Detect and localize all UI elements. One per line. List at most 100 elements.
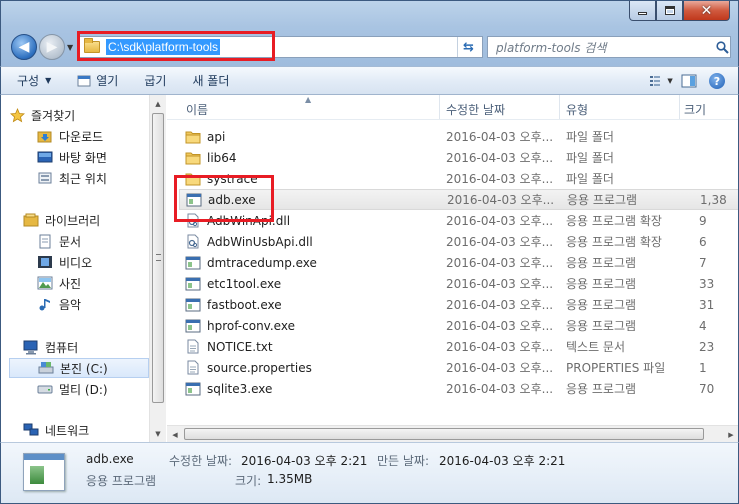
change-view-button[interactable]: ▼: [650, 71, 673, 91]
file-row[interactable]: dmtracedump.exe 2016-04-03 오후... 응용 프로그램 7: [179, 252, 738, 273]
documents-icon: [37, 233, 53, 249]
text-file-icon: [185, 339, 201, 355]
file-name-cell: lib64: [185, 150, 237, 166]
window-frame: ✕ ◀ ▶ ▼ C:\sdk\platform-tools ⇆ platform…: [0, 0, 739, 66]
horizontal-scroll-thumb[interactable]: [184, 428, 704, 440]
file-row[interactable]: source.properties 2016-04-03 오후... PROPERT…: [179, 357, 738, 378]
open-icon: [77, 74, 91, 88]
file-name: AdbWinUsbApi.dll: [207, 234, 313, 249]
preview-pane-icon: [681, 74, 697, 88]
application-thumbnail-icon: [23, 453, 65, 491]
file-name-cell: systrace: [185, 171, 258, 187]
scroll-down-icon[interactable]: ▼: [150, 425, 166, 442]
minimize-button[interactable]: [629, 1, 656, 21]
maximize-button[interactable]: [656, 1, 683, 21]
dll-icon: [185, 213, 201, 229]
file-row[interactable]: NOTICE.txt 2016-04-03 오후... 텍스트 문서 23: [179, 336, 738, 357]
file-name-cell: hprof-conv.exe: [185, 318, 295, 334]
file-type: 파일 폴더: [566, 172, 614, 186]
file-date: 2016-04-03 오후...: [446, 256, 554, 270]
details-modified-label: 수정한 날짜:: [169, 454, 233, 468]
file-type: 파일 폴더: [566, 130, 614, 144]
file-name: systrace: [207, 171, 258, 186]
file-row[interactable]: systrace 2016-04-03 오후... 파일 폴더: [179, 168, 738, 189]
file-row[interactable]: sqlite3.exe 2016-04-03 오후... 응용 프로그램 70: [179, 378, 738, 399]
exe-icon: [185, 297, 201, 313]
organize-button[interactable]: 구성 ▼: [17, 72, 51, 89]
file-type: 응용 프로그램: [567, 193, 638, 207]
computer-icon: [23, 339, 39, 355]
file-row[interactable]: AdbWinUsbApi.dll 2016-04-03 오후... 응용 프로그램 …: [179, 231, 738, 252]
address-bar[interactable]: C:\sdk\platform-tools: [78, 36, 483, 58]
system-drive-icon: [38, 360, 54, 376]
exe-icon: [185, 318, 201, 334]
recent-pages-dropdown[interactable]: ▼: [67, 43, 73, 52]
nav-item-drive-c[interactable]: 본진 (C:): [9, 358, 149, 378]
command-bar: 구성 ▼ 열기 굽기 새 폴더 ▼ ?: [0, 66, 739, 95]
column-type[interactable]: 유형: [566, 101, 588, 118]
details-size-value: 1.35MB: [267, 472, 313, 486]
nav-item-label: 다운로드: [59, 129, 104, 144]
open-label: 열기: [96, 74, 119, 88]
open-button[interactable]: 열기: [77, 72, 118, 89]
close-button[interactable]: ✕: [683, 1, 730, 21]
maximize-icon: [664, 6, 675, 15]
search-input[interactable]: platform-tools 검색: [496, 39, 714, 56]
file-name-cell: dmtracedump.exe: [185, 255, 317, 271]
file-row[interactable]: AdbWinApi.dll 2016-04-03 오후... 응용 프로그램 확장 9: [179, 210, 738, 231]
file-name: AdbWinApi.dll: [207, 213, 291, 228]
scroll-left-icon[interactable]: ◀: [167, 426, 183, 442]
file-size: 1: [699, 360, 707, 375]
file-row[interactable]: adb.exe 2016-04-03 오후... 응용 프로그램 1,38: [179, 189, 738, 210]
downloads-folder-icon: [37, 128, 53, 144]
file-row[interactable]: fastboot.exe 2016-04-03 오후... 응용 프로그램 31: [179, 294, 738, 315]
forward-button[interactable]: ▶: [39, 34, 65, 60]
sidebar-scroll-thumb[interactable]: [152, 113, 164, 403]
file-size: 23: [699, 339, 715, 354]
nav-item-label: 본진 (C:): [60, 361, 108, 376]
file-name: adb.exe: [208, 192, 256, 207]
file-size: 7: [699, 255, 707, 270]
new-folder-button[interactable]: 새 폴더: [192, 72, 229, 89]
file-type: 응용 프로그램 확장: [566, 214, 662, 228]
network-icon: [23, 422, 39, 438]
sidebar-scrollbar[interactable]: ▲ ▼: [149, 95, 166, 442]
horizontal-scrollbar[interactable]: ◀ ▶: [167, 425, 738, 442]
scroll-right-icon[interactable]: ▶: [723, 426, 738, 442]
address-path[interactable]: C:\sdk\platform-tools: [106, 39, 221, 55]
details-file-type: 응용 프로그램: [86, 474, 157, 488]
file-date: 2016-04-03 오후...: [446, 319, 554, 333]
file-size: 70: [699, 381, 715, 396]
refresh-button[interactable]: ⇆: [457, 37, 479, 57]
star-icon: [9, 107, 25, 123]
details-file-name: adb.exe: [86, 452, 134, 466]
file-row[interactable]: etc1tool.exe 2016-04-03 오후... 응용 프로그램 33: [179, 273, 738, 294]
new-folder-label: 새 폴더: [192, 74, 230, 88]
search-box[interactable]: platform-tools 검색: [487, 36, 731, 58]
column-name[interactable]: 이름: [186, 101, 208, 118]
scroll-up-icon[interactable]: ▲: [150, 95, 166, 112]
preview-pane-button[interactable]: [678, 71, 700, 91]
help-button[interactable]: ?: [706, 71, 728, 91]
nav-item-label: 멀티 (D:): [59, 382, 108, 397]
arrow-right-icon: ▶: [46, 39, 58, 55]
file-row[interactable]: hprof-conv.exe 2016-04-03 오후... 응용 프로그램 4: [179, 315, 738, 336]
file-type: 응용 프로그램: [566, 382, 637, 396]
nav-favorites[interactable]: 즐겨찾기: [9, 105, 157, 125]
exe-icon: [185, 276, 201, 292]
file-name: hprof-conv.exe: [207, 318, 295, 333]
nav-item-label: 음악: [59, 297, 82, 312]
file-type: PROPERTIES 파일: [566, 361, 666, 375]
file-row[interactable]: lib64 2016-04-03 오후... 파일 폴더: [179, 147, 738, 168]
file-type: 응용 프로그램: [566, 277, 637, 291]
burn-button[interactable]: 굽기: [144, 72, 166, 89]
file-row[interactable]: api 2016-04-03 오후... 파일 폴더: [179, 126, 738, 147]
column-date-modified[interactable]: 수정한 날짜: [446, 101, 505, 118]
search-icon[interactable]: [714, 39, 730, 55]
back-button[interactable]: ◀: [11, 34, 37, 60]
column-size[interactable]: 크기: [684, 101, 706, 118]
file-name-cell: AdbWinUsbApi.dll: [185, 234, 313, 250]
column-header: ▲ 이름 수정한 날짜 유형 크기: [167, 95, 738, 120]
details-modified-value: 2016-04-03 오후 2:21: [241, 454, 368, 468]
file-name-cell: NOTICE.txt: [185, 339, 273, 355]
